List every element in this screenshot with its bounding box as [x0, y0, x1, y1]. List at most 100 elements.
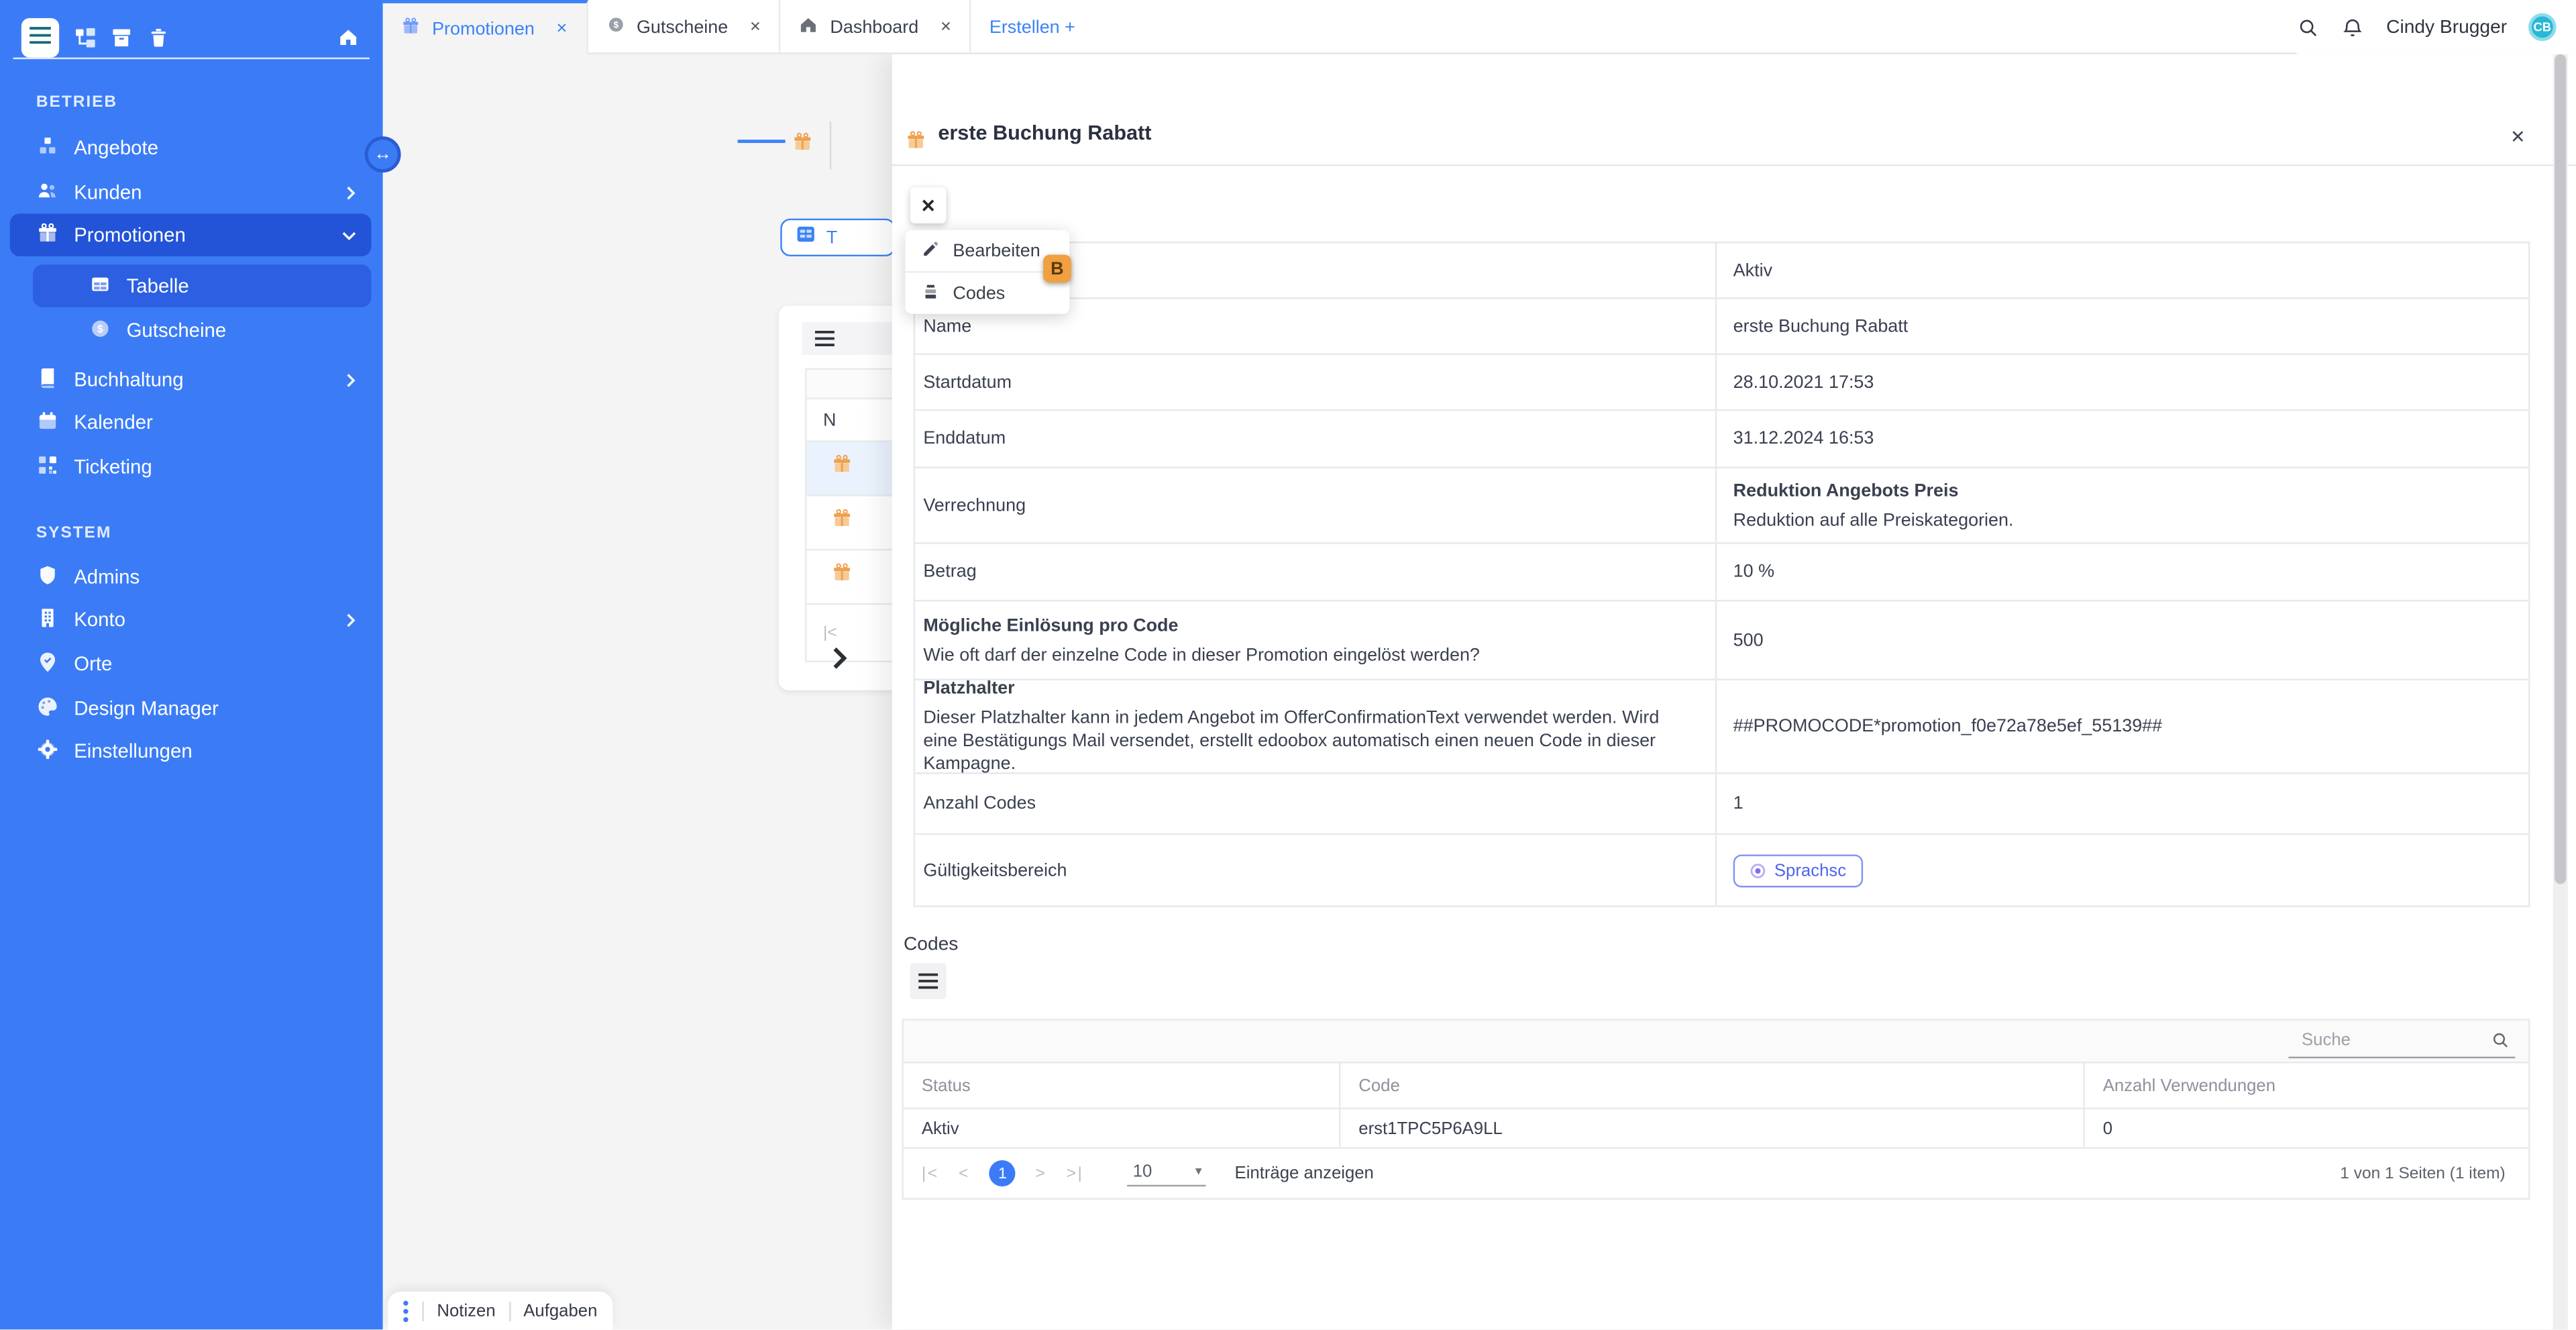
actions-toggle-button[interactable]: ✕	[910, 187, 947, 223]
sidebar-item-tabelle[interactable]: Tabelle	[33, 264, 371, 307]
bell-icon[interactable]	[2342, 15, 2365, 38]
table-row: Enddatum 31.12.2024 16:53	[915, 411, 2528, 468]
scrollbar-thumb[interactable]	[2555, 54, 2566, 884]
sidebar-item-promotionen[interactable]: Promotionen	[10, 213, 372, 256]
qr-ticket-icon	[36, 453, 59, 481]
sidebar-item-label: Buchhaltung	[74, 368, 330, 391]
sidebar-resize-handle[interactable]: ↔	[365, 136, 401, 172]
field-label: Anzahl Codes	[923, 792, 1695, 815]
page-size-select[interactable]: 10 ▾	[1126, 1161, 1205, 1186]
app-root: BETRIEB Angebote Kunden Promotionen Tabe…	[0, 0, 2576, 1330]
actions-menu: Bearbeiten Codes B	[905, 230, 1069, 314]
table-row: Gültigkeitsbereich Sprachsc	[915, 835, 2528, 905]
next-page-button[interactable]: >	[1036, 1164, 1047, 1182]
sidebar-item-angebote[interactable]: Angebote	[10, 127, 372, 170]
cell-status: Aktiv	[904, 1109, 1340, 1147]
tab-dashboard[interactable]: Dashboard ✕	[781, 0, 971, 54]
page-size-value: 10	[1133, 1161, 1152, 1180]
gear-icon	[36, 737, 59, 765]
sidebar-item-kalender[interactable]: Kalender	[10, 401, 372, 444]
sidebar-item-einstellungen[interactable]: Einstellungen	[10, 729, 372, 772]
voucher-icon: $	[605, 15, 625, 40]
svg-text:$: $	[97, 323, 103, 334]
table-view-button[interactable]: T	[780, 219, 895, 256]
calendar-icon	[36, 409, 59, 437]
field-label: Verrechnung	[923, 494, 1695, 517]
scrollbar-track[interactable]	[2553, 54, 2568, 1330]
tab-label: Promotionen	[432, 19, 535, 38]
archive-icon[interactable]	[110, 26, 133, 58]
tab-erstellen[interactable]: Erstellen +	[971, 0, 1093, 54]
tab-label: Dashboard	[830, 17, 918, 37]
sidebar-item-label: Konto	[74, 608, 330, 631]
last-page-button[interactable]: >|	[1067, 1164, 1084, 1182]
close-icon[interactable]: ✕	[940, 18, 951, 36]
sidebar-item-ticketing[interactable]: Ticketing	[10, 446, 372, 489]
hint-badge: B	[1043, 255, 1071, 283]
home-icon[interactable]	[337, 26, 360, 56]
gift-icon	[36, 221, 59, 249]
search-icon[interactable]	[2491, 1031, 2510, 1050]
chip-label: Sprachsc	[1774, 860, 1846, 880]
table-row: Betrag 10 %	[915, 544, 2528, 602]
hamburger-icon[interactable]	[815, 330, 835, 346]
sidebar-item-orte[interactable]: Orte	[10, 643, 372, 686]
shield-icon	[36, 563, 59, 591]
search-icon[interactable]	[2298, 15, 2320, 38]
tree-view-icon[interactable]	[74, 26, 97, 58]
sidebar-item-label: Admins	[74, 565, 356, 588]
topbar: Promotionen ✕ $ Gutscheine ✕ Dashboard ✕…	[383, 0, 2576, 54]
cell-usages: 0	[2085, 1109, 2528, 1147]
kebab-icon[interactable]	[402, 1299, 409, 1322]
radio-icon	[1750, 862, 1766, 878]
table-row[interactable]: Aktiv erst1TPC5P6A9LL 0	[904, 1108, 2528, 1147]
sidebar-item-buchhaltung[interactable]: Buchhaltung	[10, 358, 372, 401]
trash-icon[interactable]	[148, 26, 169, 58]
sidebar-item-kunden[interactable]: Kunden	[10, 171, 372, 214]
avatar[interactable]: CB	[2528, 13, 2557, 42]
close-icon[interactable]: ✕	[2510, 127, 2526, 148]
sidebar-item-design-manager[interactable]: Design Manager	[10, 687, 372, 730]
codes-menu-button[interactable]	[910, 963, 947, 999]
aufgaben-button[interactable]: Aufgaben	[523, 1301, 597, 1321]
field-label: Name	[923, 315, 1695, 338]
view-button-label: T	[826, 227, 837, 247]
scope-chip[interactable]: Sprachsc	[1733, 854, 1863, 886]
pagination-summary: 1 von 1 Seiten (1 item)	[2340, 1164, 2505, 1182]
page-number-button[interactable]: 1	[989, 1160, 1016, 1186]
expand-panel-chevron[interactable]	[831, 646, 847, 678]
field-value: Aktiv	[1733, 259, 1772, 282]
notizen-button[interactable]: Notizen	[437, 1301, 495, 1321]
menu-item-label: Bearbeiten	[953, 241, 1040, 260]
divider	[892, 164, 2576, 166]
resize-arrows-icon: ↔	[374, 145, 392, 164]
field-value-title: Reduktion Angebots Preis	[1733, 479, 1959, 502]
palette-icon	[36, 695, 59, 723]
search-input[interactable]	[2288, 1031, 2472, 1050]
field-value: erste Buchung Rabatt	[1733, 315, 1909, 338]
hamburger-icon	[30, 23, 51, 52]
user-name: Cindy Brugger	[2386, 17, 2507, 37]
hamburger-icon	[918, 973, 938, 989]
close-icon[interactable]: ✕	[749, 18, 761, 36]
divider	[508, 1301, 510, 1321]
sidebar-item-admins[interactable]: Admins	[10, 556, 372, 599]
sidebar-item-label: Einstellungen	[74, 739, 356, 762]
field-label: Mögliche Einlösung pro Code	[923, 614, 1695, 637]
codes-toolbar	[904, 1021, 2528, 1062]
field-value: 1	[1733, 792, 1743, 815]
first-page-button[interactable]: |<	[922, 1164, 939, 1182]
table-row: Platzhalter Dieser Platzhalter kann in j…	[915, 680, 2528, 774]
table-row: Mögliche Einlösung pro Code Wie oft darf…	[915, 601, 2528, 680]
chevron-down-icon	[341, 229, 356, 241]
table-row: Aktiv	[915, 243, 2528, 299]
prev-page-button[interactable]: <	[959, 1164, 970, 1182]
sidebar-item-label: Ticketing	[74, 455, 356, 478]
sidebar-item-gutscheine[interactable]: $ Gutscheine	[33, 309, 371, 352]
sidebar-item-konto[interactable]: Konto	[10, 598, 372, 641]
tab-gutscheine[interactable]: $ Gutscheine ✕	[588, 0, 781, 54]
sidebar-collapse-button[interactable]	[21, 18, 59, 58]
chevron-right-icon	[345, 612, 356, 627]
tab-promotionen[interactable]: Promotionen ✕	[383, 0, 588, 54]
close-icon[interactable]: ✕	[556, 19, 568, 38]
